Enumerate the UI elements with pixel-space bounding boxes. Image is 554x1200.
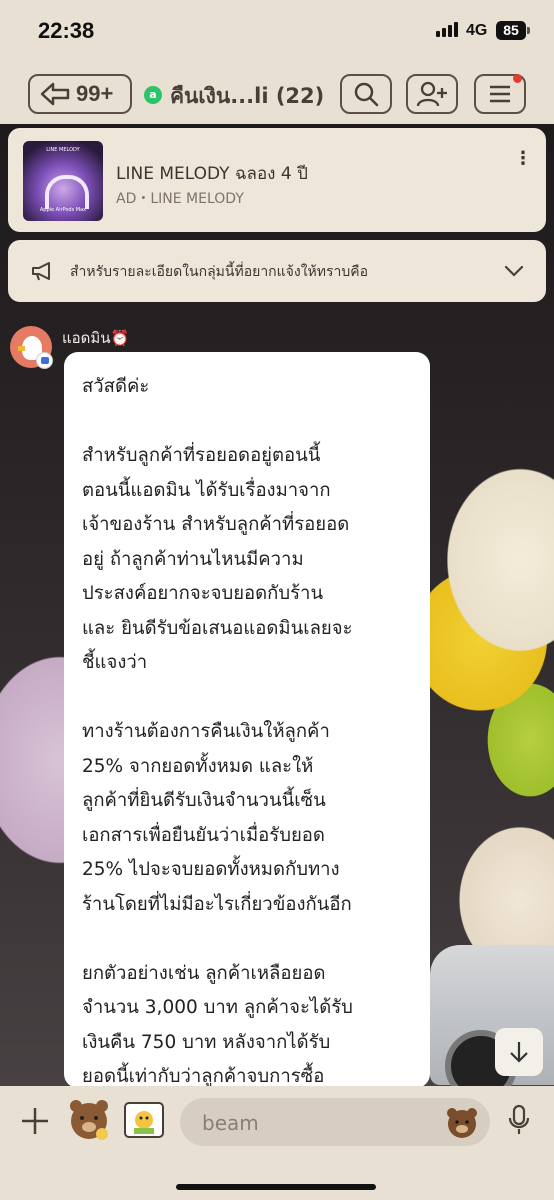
unread-count: 99+ — [76, 81, 114, 106]
bird-beak — [18, 346, 25, 351]
more-options-icon[interactable]: ⋮ — [514, 148, 532, 169]
add-friend-icon — [416, 81, 447, 107]
search-button[interactable] — [340, 74, 392, 114]
group-dot-icon: a — [144, 86, 162, 104]
megaphone-icon — [32, 262, 50, 281]
emoji-icon[interactable] — [444, 1104, 480, 1140]
add-friend-button[interactable] — [406, 74, 458, 114]
message-input-field[interactable] — [180, 1098, 490, 1146]
headphones-icon — [45, 175, 89, 209]
status-bar: 22:38 4G 85 — [0, 0, 554, 62]
message-input[interactable] — [200, 1108, 434, 1138]
menu-icon — [490, 85, 510, 103]
message-bubble[interactable]: สวัสดีค่ะ สำหรับลูกค้าที่รอยอดอยู่ตอนนี้… — [64, 352, 430, 1088]
ad-title: LINE MELODY ฉลอง 4 ปี — [116, 164, 308, 184]
admin-badge-icon — [36, 352, 53, 369]
plus-icon[interactable] — [20, 1106, 50, 1136]
message-text: สวัสดีค่ะ สำหรับลูกค้าที่รอยอดอยู่ตอนนี้… — [82, 376, 353, 1087]
sender-name: แอดมิน⏰ — [62, 329, 130, 347]
search-icon — [354, 82, 379, 107]
signal-icon — [436, 22, 458, 37]
ad-thumb-top-text: LINE MELODY — [46, 147, 80, 153]
ad-thumbnail: LINE MELODY Apple AirPods Max — [23, 141, 103, 221]
back-button[interactable]: 99+ — [28, 74, 132, 114]
ad-banner[interactable]: LINE MELODY Apple AirPods Max LINE MELOD… — [8, 128, 546, 232]
chevron-down-icon[interactable] — [504, 264, 524, 278]
home-indicator — [176, 1184, 376, 1190]
notification-dot — [513, 74, 522, 83]
network-type: 4G — [466, 22, 488, 39]
photo-icon[interactable] — [122, 1100, 166, 1140]
arrow-down-icon — [510, 1042, 528, 1063]
announcement-bar[interactable]: สำหรับรายละเอียดในกลุ่มนี้ที่อยากแจ้งให้… — [8, 240, 546, 302]
scroll-to-bottom-button[interactable] — [495, 1028, 543, 1076]
input-bar — [0, 1086, 554, 1200]
back-arrow-icon — [40, 82, 70, 106]
battery-icon: 85 — [496, 21, 530, 40]
announcement-text: สำหรับรายละเอียดในกลุ่มนี้ที่อยากแจ้งให้… — [70, 264, 369, 280]
chat-header: 99+ a คืนเงิน...li (22) — [0, 62, 554, 124]
ad-subtitle: AD・LINE MELODY — [116, 191, 244, 207]
mic-icon[interactable] — [508, 1104, 530, 1136]
brown-sticker-icon[interactable] — [66, 1096, 112, 1142]
menu-button[interactable] — [474, 74, 526, 114]
status-time: 22:38 — [38, 18, 95, 43]
chat-title[interactable]: คืนเงิน...li (22) — [170, 80, 324, 113]
ad-thumb-bottom-text: Apple AirPods Max — [39, 207, 87, 213]
